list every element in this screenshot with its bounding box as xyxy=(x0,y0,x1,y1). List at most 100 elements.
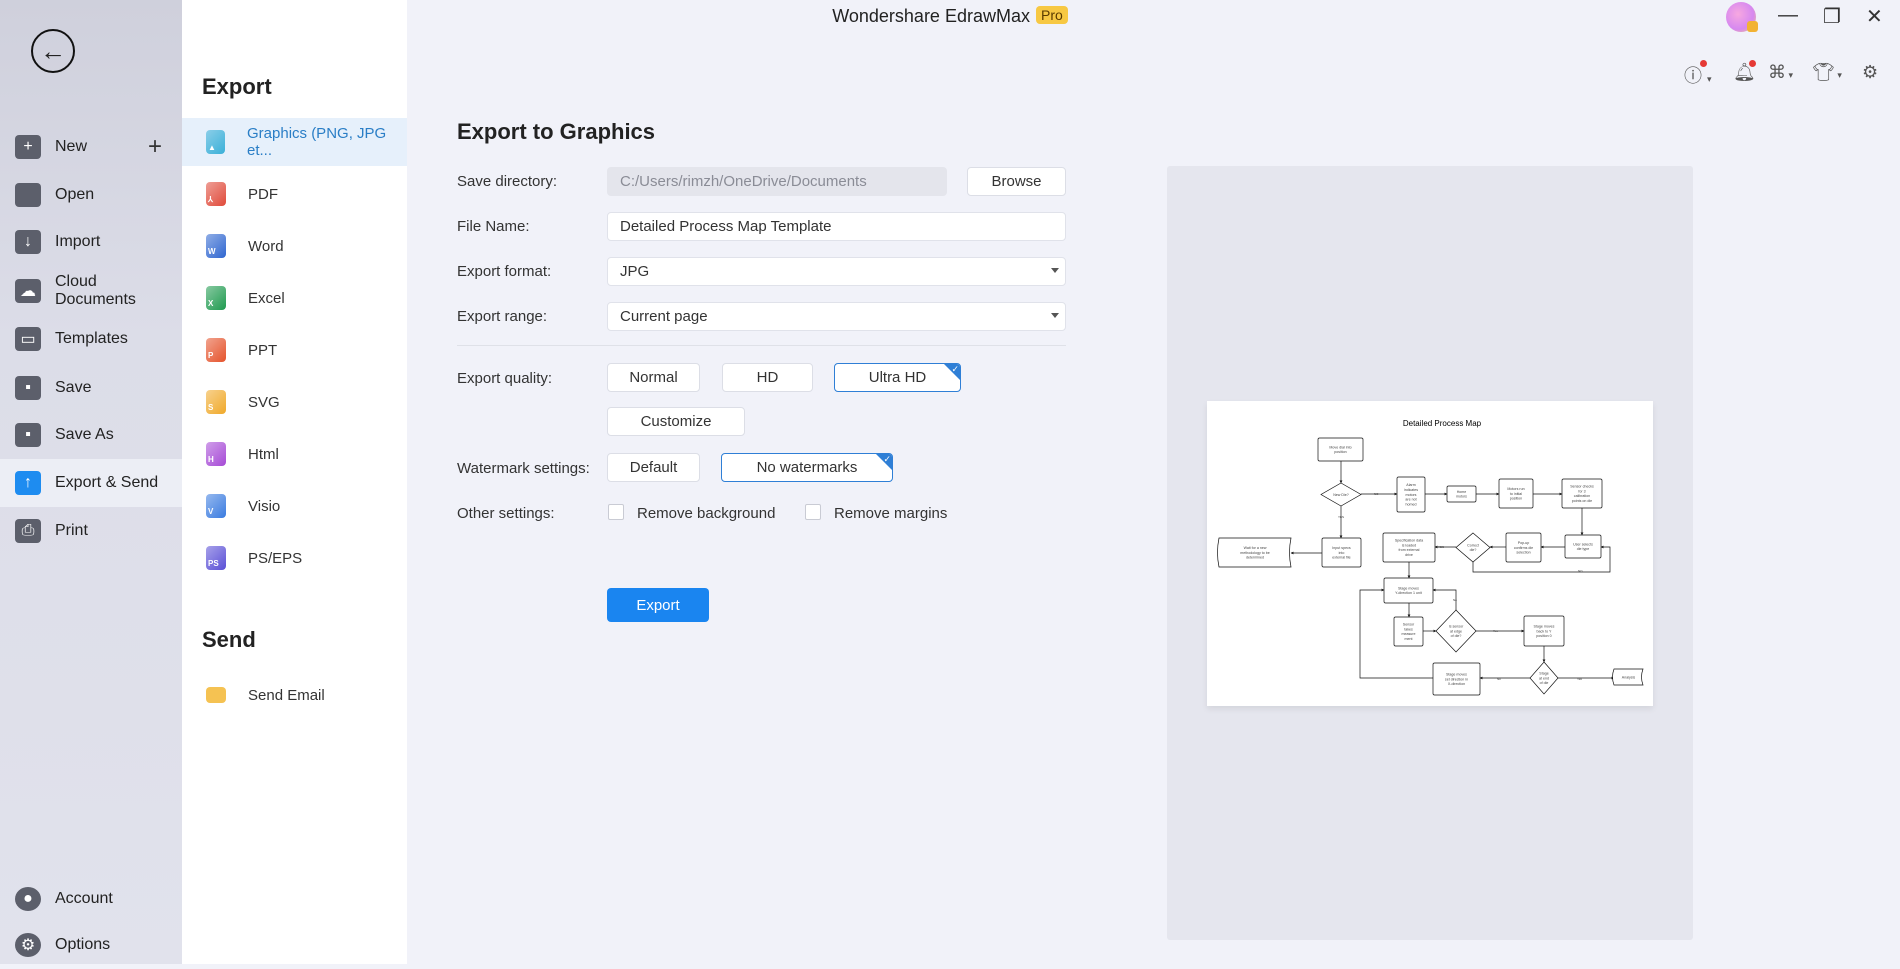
flowchart-node-text: die type xyxy=(1577,547,1590,551)
flowchart-node-text: takes xyxy=(1404,627,1413,631)
flowchart-node-text: die? xyxy=(1470,548,1477,552)
flowchart-node: User selectsdie type xyxy=(1564,534,1602,559)
sidebar-item-label: Import xyxy=(55,233,101,250)
add-icon[interactable]: + xyxy=(148,133,162,161)
format-item-excel[interactable]: X Excel xyxy=(182,274,407,322)
flowchart-node-text: selection xyxy=(1516,551,1530,555)
quality-hd-button[interactable]: HD xyxy=(722,363,813,392)
flowchart-node-text: Home xyxy=(1457,490,1467,494)
format-item-svg[interactable]: S SVG xyxy=(182,378,407,426)
flowchart-edge-label: No xyxy=(1497,677,1501,681)
page-title: Export to Graphics xyxy=(457,119,656,144)
export-format-panel: Export ▲ Graphics (PNG, JPG et... ⅄ PDF W Wor… xyxy=(182,0,407,964)
pdf-file-icon: ⅄ xyxy=(206,182,226,206)
settings-icon[interactable]: ⚙ xyxy=(1862,62,1878,83)
quality-ultra-hd-button[interactable]: Ultra HD ✓ xyxy=(834,363,961,392)
format-label: SVG xyxy=(248,393,280,411)
ultra-hd-label: Ultra HD xyxy=(868,369,927,386)
pro-badge: Pro xyxy=(1035,6,1068,24)
format-item-pdf[interactable]: ⅄ PDF xyxy=(182,170,407,218)
format-label: PDF xyxy=(248,185,278,203)
browse-button[interactable]: Browse xyxy=(967,167,1066,196)
sidebar-item-print[interactable]: ⎙ Print xyxy=(0,507,182,555)
file-name-input[interactable]: Detailed Process Map Template xyxy=(607,212,1066,241)
sidebar-item-cloud-documents[interactable]: ☁ Cloud Documents xyxy=(0,267,182,315)
format-item-ppt[interactable]: P PPT xyxy=(182,326,407,374)
sidebar-item-label: Save xyxy=(55,379,92,396)
format-label: Graphics (PNG, JPG et... xyxy=(247,125,387,159)
sidebar-item-save[interactable]: ▪ Save xyxy=(0,364,182,412)
email-icon xyxy=(206,687,226,703)
flowchart-node-text: at end xyxy=(1539,676,1549,680)
help-icon[interactable]: ⓘ ▾ xyxy=(1684,60,1712,88)
sidebar-item-label: Save As xyxy=(55,426,114,443)
sidebar-item-account[interactable]: ● Account xyxy=(0,875,182,923)
flowchart-node-text: of die? xyxy=(1451,634,1462,638)
remove-background-label: Remove background xyxy=(637,505,776,522)
flowchart-node-text: Input specs xyxy=(1332,546,1351,550)
restore-button[interactable]: ❐ xyxy=(1823,4,1841,29)
flowchart-node-text: for 3 xyxy=(1578,489,1585,493)
apps-icon[interactable]: ⌘ ▾ xyxy=(1768,62,1793,83)
flowchart-node-text: determined xyxy=(1246,556,1264,560)
export-heading: Export xyxy=(202,74,272,99)
format-label: Html xyxy=(248,445,279,463)
sidebar-item-new[interactable]: + New + xyxy=(0,123,182,171)
flowchart-node-text: Pop-up xyxy=(1518,541,1530,545)
export-range-select[interactable]: Current page xyxy=(607,302,1066,331)
remove-background-checkbox[interactable] xyxy=(608,504,624,520)
theme-shirt-icon[interactable]: 👕︎ ▾ xyxy=(1812,62,1842,83)
format-item-visio[interactable]: V Visio xyxy=(182,482,407,530)
word-file-icon: W xyxy=(206,234,226,258)
flowchart-node-text: from external xyxy=(1399,548,1420,552)
export-range-value: Current page xyxy=(620,308,708,325)
flowchart-node-text: Correct xyxy=(1467,543,1479,547)
chevron-down-icon xyxy=(1051,268,1059,273)
flowchart-node-text: methodology to be xyxy=(1240,551,1270,555)
quality-normal-button[interactable]: Normal xyxy=(607,363,700,392)
sidebar-item-label: Account xyxy=(55,890,113,907)
format-item-graphics[interactable]: ▲ Graphics (PNG, JPG et... xyxy=(182,118,407,166)
sidebar-item-templates[interactable]: ▭ Templates xyxy=(0,315,182,363)
flowchart-node-text: position xyxy=(1334,450,1346,454)
flowchart-node-text: confirms die xyxy=(1514,546,1533,550)
flowchart-node: Move dial intoposition xyxy=(1317,437,1364,462)
flowchart-node: Stageat endof die xyxy=(1529,661,1559,695)
bell-icon[interactable]: 🔔︎ xyxy=(1733,60,1756,83)
format-label: Visio xyxy=(248,497,281,515)
flowchart-node: Input specsintoexternal file xyxy=(1321,537,1362,568)
export-button[interactable]: Export xyxy=(607,588,709,622)
format-item-word[interactable]: W Word xyxy=(182,222,407,270)
flowchart-node-text: calibration xyxy=(1574,494,1590,498)
sidebar-item-import[interactable]: ↓ Import xyxy=(0,218,182,266)
sidebar-item-label: Cloud Documents xyxy=(54,273,136,308)
format-item-html[interactable]: H Html xyxy=(182,430,407,478)
sidebar-item-export-send[interactable]: ↑ Export & Send xyxy=(0,459,182,507)
other-settings-label: Other settings: xyxy=(457,505,555,522)
watermark-default-button[interactable]: Default xyxy=(607,453,700,482)
sidebar-item-open[interactable]: Open xyxy=(0,171,182,219)
export-format-value: JPG xyxy=(620,263,650,280)
sidebar-item-options[interactable]: ⚙ Options xyxy=(0,921,182,969)
ppt-file-icon: P xyxy=(206,338,226,362)
customize-button[interactable]: Customize xyxy=(607,407,745,436)
flowchart-node-text: Y-direction 1 unit xyxy=(1395,591,1422,595)
flowchart-node-text: are not xyxy=(1405,498,1416,502)
export-format-select[interactable]: JPG xyxy=(607,257,1066,286)
save-directory-field: C:/Users/rimzh/OneDrive/Documents xyxy=(607,167,947,196)
remove-margins-checkbox[interactable] xyxy=(805,504,821,520)
format-item-ps-eps[interactable]: PS PS/EPS xyxy=(182,534,407,582)
flowchart-node-text: set direction in xyxy=(1445,677,1468,681)
flowchart-node-text: at edge xyxy=(1450,629,1462,633)
user-avatar[interactable] xyxy=(1726,2,1758,32)
sidebar-item-save-as[interactable]: ▪ Save As xyxy=(0,411,182,459)
save-icon: ▪ xyxy=(15,376,41,400)
back-button[interactable]: ← xyxy=(31,29,75,73)
no-watermarks-button[interactable]: No watermarks ✓ xyxy=(721,453,893,482)
cloud-icon: ☁ xyxy=(15,279,41,303)
format-label: PS/EPS xyxy=(248,549,303,567)
send-email-item[interactable]: Send Email xyxy=(182,671,407,719)
close-button[interactable]: ✕ xyxy=(1866,4,1883,29)
minimize-button[interactable]: — xyxy=(1778,4,1798,27)
app-title: Wondershare EdrawMax xyxy=(832,6,1030,26)
